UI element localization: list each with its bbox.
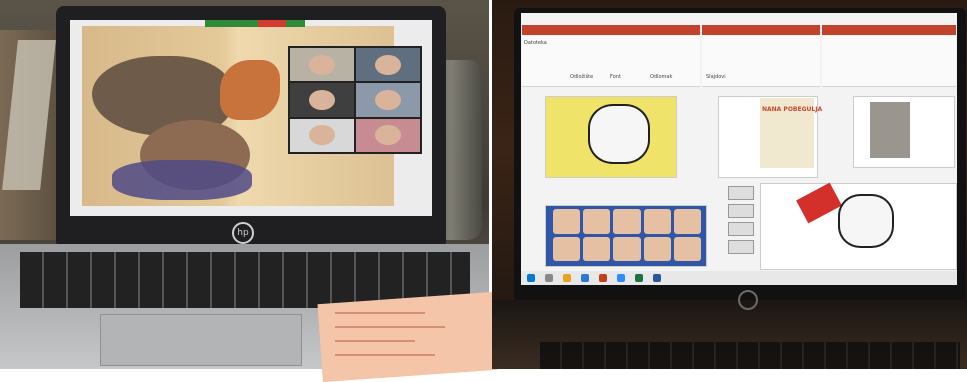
slide-thumbnail[interactable] bbox=[728, 240, 754, 254]
video-tile[interactable] bbox=[356, 83, 420, 117]
word-icon[interactable] bbox=[653, 274, 661, 282]
participant-face bbox=[309, 89, 335, 110]
note-line bbox=[335, 326, 445, 328]
touchpad bbox=[100, 314, 302, 366]
baby-photo bbox=[553, 209, 581, 234]
ribbon-clipboard-label: Odložište bbox=[570, 74, 594, 80]
participant-face bbox=[375, 54, 401, 75]
baby-photo bbox=[613, 209, 641, 234]
slide-thumbnail[interactable] bbox=[728, 222, 754, 236]
video-tile[interactable] bbox=[356, 48, 420, 82]
baby-photo bbox=[673, 236, 701, 261]
note-line bbox=[335, 312, 425, 314]
zoom-icon[interactable] bbox=[617, 274, 625, 282]
blanket-illustration bbox=[112, 160, 252, 200]
keyboard-right bbox=[540, 342, 960, 369]
browser-icon[interactable] bbox=[581, 274, 589, 282]
slide-thumbnail[interactable] bbox=[728, 186, 754, 200]
hp-logo-icon: hp bbox=[232, 222, 254, 244]
zoom-share-bar[interactable] bbox=[205, 20, 305, 27]
zoom-video-grid bbox=[288, 46, 422, 154]
ppt-ribbon bbox=[822, 36, 956, 87]
ppt-titlebar bbox=[702, 25, 820, 35]
toy-image bbox=[588, 104, 650, 164]
book-cover-title: NANA POBEGULJA bbox=[762, 106, 823, 113]
baby-photo bbox=[673, 209, 701, 234]
slide-thumbnails bbox=[728, 186, 754, 266]
participant-face bbox=[375, 89, 401, 110]
fox-illustration bbox=[220, 60, 280, 120]
baby-photo-grid bbox=[553, 209, 701, 261]
ppt-titlebar bbox=[822, 25, 956, 35]
participant-face bbox=[309, 54, 335, 75]
baby-photo bbox=[643, 236, 671, 261]
video-tile[interactable] bbox=[290, 83, 354, 117]
excel-icon[interactable] bbox=[635, 274, 643, 282]
start-icon[interactable] bbox=[527, 274, 535, 282]
baby-photo bbox=[613, 236, 641, 261]
baby-photo bbox=[583, 236, 611, 261]
zoom-stop-share-button[interactable] bbox=[258, 20, 286, 27]
portrait-image bbox=[870, 102, 910, 158]
ribbon-slides-label: Slajdovi bbox=[706, 74, 726, 80]
ribbon-home-tab[interactable]: Datoteka bbox=[524, 40, 547, 46]
powerpoint-icon[interactable] bbox=[599, 274, 607, 282]
handwritten-note bbox=[317, 291, 498, 382]
participant-face bbox=[309, 125, 335, 146]
toy-image bbox=[838, 194, 894, 248]
ribbon-paragraph-label: Odlomak bbox=[650, 74, 673, 80]
baby-photo bbox=[643, 209, 671, 234]
video-tile[interactable] bbox=[356, 118, 420, 152]
ribbon-font-label: Font bbox=[610, 74, 621, 80]
video-tile[interactable] bbox=[290, 48, 354, 82]
search-icon[interactable] bbox=[545, 274, 553, 282]
baby-photo bbox=[583, 209, 611, 234]
hp-logo-icon bbox=[738, 290, 758, 310]
slide-thumbnail[interactable] bbox=[728, 204, 754, 218]
participant-face bbox=[375, 125, 401, 146]
note-line bbox=[335, 354, 435, 356]
video-tile[interactable] bbox=[290, 118, 354, 152]
ppt-titlebar bbox=[522, 25, 700, 35]
note-line bbox=[335, 340, 415, 342]
file-explorer-icon[interactable] bbox=[563, 274, 571, 282]
baby-photo bbox=[553, 236, 581, 261]
